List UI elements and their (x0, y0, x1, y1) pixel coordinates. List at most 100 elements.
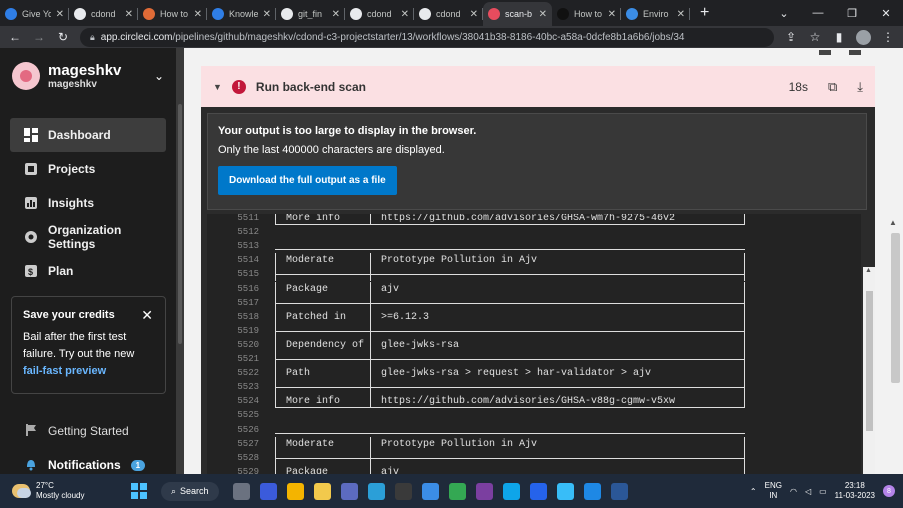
sidebar-item-plan[interactable]: $ Plan (10, 254, 166, 288)
tab-close-icon[interactable]: ✕ (401, 9, 409, 20)
advisory-key: Patched in (286, 311, 347, 323)
advisory-row: More info https://github.com/advisories/G… (275, 394, 745, 409)
browser-tab[interactable]: scan-b ✕ (483, 2, 552, 26)
projects-icon (24, 162, 38, 176)
taskbar-app-icon[interactable] (313, 482, 331, 500)
taskbar-app-icon[interactable] (475, 482, 493, 500)
taskbar-app-icon[interactable] (394, 482, 412, 500)
advisory-key: Moderate (286, 255, 335, 267)
page-scrollbar[interactable]: ▲ (875, 48, 903, 474)
open-external-icon[interactable]: ⧉ (828, 79, 837, 95)
advisory-value: Prototype Pollution in Ajv (381, 255, 538, 267)
output-notice: Your output is too large to display in t… (207, 113, 867, 210)
profile-avatar[interactable] (856, 29, 871, 45)
browser-tab[interactable]: cdond ✕ (414, 2, 483, 26)
error-icon: ! (231, 79, 246, 94)
sidebar-item-getting-started[interactable]: Getting Started (0, 414, 176, 448)
tab-close-icon[interactable]: ✕ (332, 9, 340, 20)
tab-favicon-icon (281, 8, 293, 20)
clock[interactable]: 23:18 11-03-2023 (835, 481, 875, 501)
side-panel-icon[interactable]: ▮ (832, 30, 846, 44)
share-icon[interactable]: ⇪ (784, 30, 798, 44)
taskbar-app-icon[interactable] (259, 482, 277, 500)
search-icon: ⌕ (171, 485, 177, 496)
tab-close-icon[interactable]: ✕ (194, 9, 202, 20)
gutter (184, 48, 201, 474)
battery-icon[interactable]: ▭ (819, 487, 827, 496)
volume-icon[interactable]: ◁ (805, 487, 811, 496)
browser-tab[interactable]: cdond ✕ (69, 2, 138, 26)
address-bar[interactable]: 🔒︎ app.circleci.com/pipelines/github/mag… (80, 27, 774, 47)
back-icon[interactable]: ← (8, 30, 22, 44)
terminal-line: 5523 (207, 380, 861, 395)
chevron-up-icon[interactable]: ⌃ (750, 487, 757, 496)
sidebar-item-dashboard[interactable]: Dashboard (10, 118, 166, 152)
collapse-caret-icon[interactable]: ▼ (213, 82, 222, 92)
taskbar-app-icon[interactable] (421, 482, 439, 500)
close-icon[interactable]: ✕ (141, 307, 153, 324)
close-window-button[interactable]: ✕ (869, 7, 903, 20)
tab-title: Enviro (643, 9, 669, 19)
tab-close-icon[interactable]: ✕ (263, 9, 271, 20)
tab-close-icon[interactable]: ✕ (539, 9, 547, 20)
tab-close-icon[interactable]: ✕ (608, 9, 616, 20)
wifi-icon[interactable]: ◠ (790, 487, 797, 496)
windows-start-icon[interactable] (131, 483, 147, 499)
tab-favicon-icon (626, 8, 638, 20)
sidebar-scrollbar[interactable] (176, 48, 184, 474)
tab-close-icon[interactable]: ✕ (125, 9, 133, 20)
taskbar-app-icon[interactable] (502, 482, 520, 500)
new-tab-button[interactable]: + (700, 4, 716, 22)
taskbar-app-icon[interactable] (448, 482, 466, 500)
taskbar-app-icon[interactable] (286, 482, 304, 500)
chevron-down-icon[interactable]: ⌄ (154, 69, 164, 83)
taskbar-app-icon[interactable] (232, 482, 250, 500)
browser-tab[interactable]: Give Yo ✕ (0, 2, 69, 26)
step-header[interactable]: ▼ ! Run back-end scan 18s ⧉ ⤓ (201, 66, 875, 107)
terminal-line: 5528 (207, 450, 861, 465)
org-switcher[interactable]: mageshkv mageshkv ⌄ (0, 48, 176, 104)
tab-close-icon[interactable]: ✕ (677, 9, 685, 20)
browser-tab[interactable]: cdond ✕ (345, 2, 414, 26)
tab-close-icon[interactable]: ✕ (56, 9, 64, 20)
browser-tab[interactable]: Knowle ✕ (207, 2, 276, 26)
tab-title: scan-b (505, 9, 533, 19)
taskbar-app-icon[interactable] (556, 482, 574, 500)
taskbar-app-icon[interactable] (367, 482, 385, 500)
sidebar-item-insights[interactable]: Insights (10, 186, 166, 220)
fail-fast-link[interactable]: fail-fast preview (23, 365, 106, 377)
tab-close-icon[interactable]: ✕ (470, 9, 478, 20)
menu-kebab-icon[interactable]: ⋮ (881, 30, 895, 44)
terminal-line: 5529 Package ajv (207, 464, 861, 474)
language-indicator[interactable]: ENG IN (765, 481, 782, 501)
separator-rule (275, 330, 745, 332)
minimize-button[interactable]: — (801, 7, 835, 20)
line-number: 5522 (237, 368, 259, 379)
download-output-button[interactable]: Download the full output as a file (218, 166, 397, 195)
terminal-scrollbar[interactable]: ▲ (863, 267, 875, 474)
taskbar-search[interactable]: ⌕ Search (161, 481, 219, 501)
browser-tab[interactable]: Enviro ✕ (621, 2, 690, 26)
taskbar-app-icon[interactable] (340, 482, 358, 500)
weather-widget[interactable]: 27°C Mostly cloudy (0, 481, 125, 501)
terminal-output[interactable]: 5511 More info https://github.com/advisori… (207, 214, 861, 474)
sidebar-item-projects[interactable]: Projects (10, 152, 166, 186)
browser-tab[interactable]: How to ✕ (138, 2, 207, 26)
advisory-value: https://github.com/advisories/GHSA-wm7h-… (381, 214, 676, 224)
taskbar-app-icon[interactable] (529, 482, 547, 500)
gear-icon (24, 230, 38, 244)
taskbar-app-icon[interactable] (583, 482, 601, 500)
sidebar-item-organization-settings[interactable]: Organization Settings (10, 220, 166, 254)
notification-badge[interactable]: 8 (883, 485, 895, 497)
tab-search-icon[interactable]: ⌄ (767, 7, 801, 20)
tab-favicon-icon (5, 8, 17, 20)
restore-button[interactable]: ❐ (835, 7, 869, 20)
download-icon[interactable]: ⤓ (857, 79, 863, 95)
taskbar-app-icon[interactable] (610, 482, 628, 500)
forward-icon[interactable]: → (32, 30, 46, 44)
browser-tab[interactable]: git_fin ✕ (276, 2, 345, 26)
bookmark-star-icon[interactable]: ☆ (808, 30, 822, 44)
reload-icon[interactable]: ↻ (56, 30, 70, 44)
browser-tab[interactable]: How to ✕ (552, 2, 621, 26)
step-duration: 18s (788, 79, 808, 94)
